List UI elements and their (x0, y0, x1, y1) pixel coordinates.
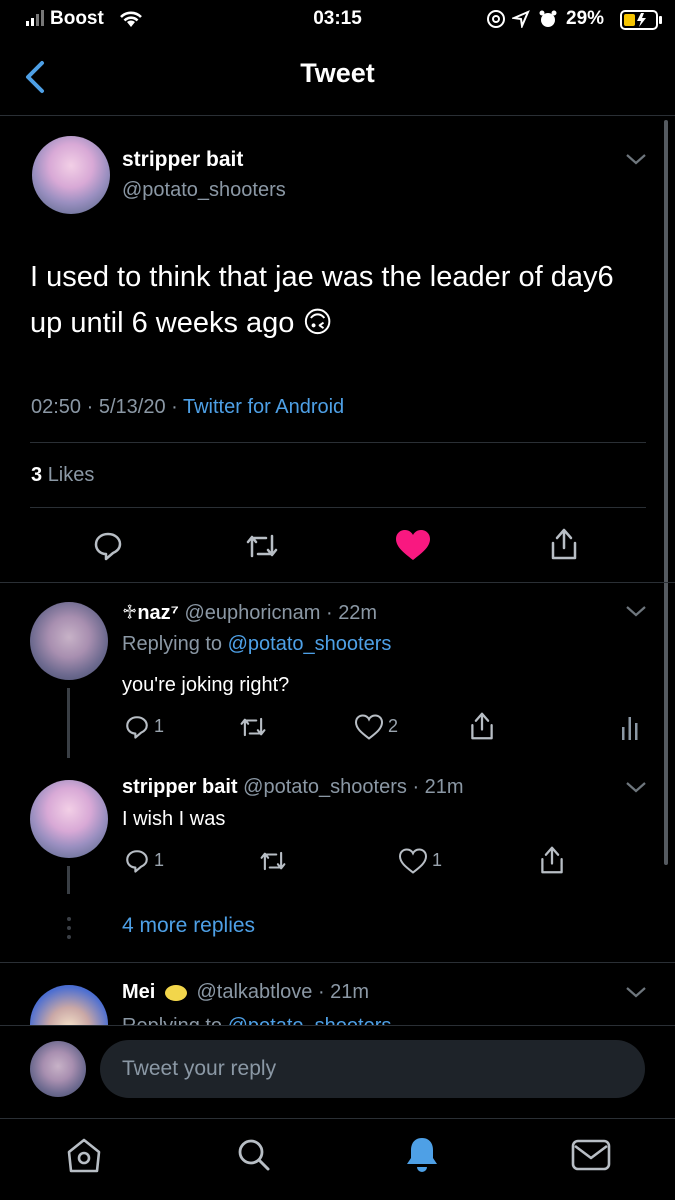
tweet-source[interactable]: Twitter for Android (183, 396, 344, 418)
reply-count: 1 (154, 716, 165, 736)
likes-summary[interactable]: 3 Likes (31, 464, 94, 487)
like-count: 2 (388, 716, 399, 736)
like-icon[interactable] (394, 528, 432, 562)
analytics-icon[interactable] (620, 713, 640, 741)
avatar[interactable] (30, 780, 108, 858)
author-name[interactable]: stripper bait (122, 776, 238, 798)
author-handle[interactable]: @potato_shooters (122, 179, 286, 202)
tweet-meta: 02:50 · 5/13/20 · Twitter for Android (31, 396, 345, 418)
avatar[interactable] (30, 602, 108, 680)
replying-to: Replying to @potato_shooters (122, 1015, 391, 1025)
author-name[interactable]: Mei (122, 981, 155, 1003)
tweet-text: I used to think that jae was the leader … (30, 261, 614, 339)
author-handle[interactable]: @euphoricnam (184, 602, 320, 624)
header-divider (0, 115, 675, 116)
tab-bar-divider (0, 1118, 675, 1119)
retweet-icon[interactable] (258, 848, 288, 874)
tweet-date: 5/13/20 (98, 396, 166, 418)
share-icon[interactable] (548, 527, 580, 561)
chevron-down-icon[interactable] (624, 152, 648, 166)
page-title: Tweet (300, 58, 375, 88)
share-icon[interactable] (538, 845, 566, 875)
reply-header: Mei @talkabtlove · 21m (122, 981, 370, 1003)
reply-text: I wish I was (122, 808, 226, 830)
share-icon[interactable] (468, 711, 496, 741)
reply-input[interactable]: Tweet your reply (100, 1040, 645, 1098)
meta-divider (30, 442, 646, 443)
reply-icon[interactable] (124, 714, 150, 740)
reply-age: 22m (338, 602, 378, 624)
lemon-emoji-icon (164, 984, 187, 1001)
more-dots-icon (66, 916, 72, 940)
retweet-icon[interactable] (244, 530, 280, 562)
alarm-icon (538, 9, 558, 29)
author-name[interactable]: stripper bait (122, 148, 243, 172)
like-count: 1 (432, 850, 443, 870)
replying-prefix: Replying to (122, 1015, 222, 1025)
home-icon[interactable] (64, 1136, 104, 1174)
replying-to: Replying to @potato_shooters (122, 633, 391, 656)
likes-count: 3 (31, 464, 43, 486)
avatar[interactable] (30, 1041, 86, 1097)
reply-text: you're joking right? (122, 674, 290, 696)
reply-header: ♱naz⁷ @euphoricnam · 22m (122, 602, 378, 624)
reply-count: 1 (154, 850, 165, 870)
reply-icon[interactable] (92, 530, 124, 562)
reply-placeholder: Tweet your reply (122, 1057, 277, 1080)
avatar[interactable] (30, 985, 108, 1025)
likes-label: Likes (47, 464, 95, 486)
tweet-time: 02:50 (31, 396, 82, 418)
avatar[interactable] (32, 136, 110, 214)
messages-icon[interactable] (570, 1138, 612, 1172)
thread-line (67, 866, 70, 894)
reply-icon[interactable] (124, 848, 150, 874)
at-icon (486, 9, 506, 29)
more-replies-link[interactable]: 4 more replies (122, 914, 255, 938)
reply-clip: Mei @talkabtlove · 21m Replying to @pota… (0, 963, 675, 1025)
notifications-icon[interactable] (402, 1134, 442, 1174)
author-name[interactable]: ♱naz⁷ (122, 602, 179, 624)
replying-to-handle[interactable]: @potato_shooters (228, 1015, 392, 1025)
retweet-icon[interactable] (238, 714, 268, 740)
author-handle[interactable]: @potato_shooters (243, 776, 407, 798)
chevron-down-icon[interactable] (624, 985, 648, 999)
compose-divider (0, 1025, 675, 1026)
battery-percent: 29% (566, 8, 605, 29)
reply-age: 21m (330, 981, 370, 1003)
replying-prefix: Replying to (122, 633, 223, 655)
reply-age: 21m (424, 776, 464, 798)
location-icon (512, 10, 530, 28)
thread-line (67, 688, 70, 758)
chevron-down-icon[interactable] (624, 780, 648, 794)
replying-to-handle[interactable]: @potato_shooters (228, 633, 392, 655)
author-handle[interactable]: @talkabtlove (196, 981, 312, 1003)
chevron-down-icon[interactable] (624, 604, 648, 618)
scrollbar[interactable] (664, 120, 668, 865)
search-icon[interactable] (234, 1136, 274, 1174)
likes-divider (30, 507, 646, 508)
battery-icon (620, 10, 664, 30)
tweet-divider (0, 582, 675, 583)
status-bar: Boost 03:15 29% (0, 6, 675, 36)
like-icon[interactable] (354, 714, 384, 740)
like-icon[interactable] (398, 848, 428, 874)
reply-header: stripper bait @potato_shooters · 21m (122, 776, 464, 798)
